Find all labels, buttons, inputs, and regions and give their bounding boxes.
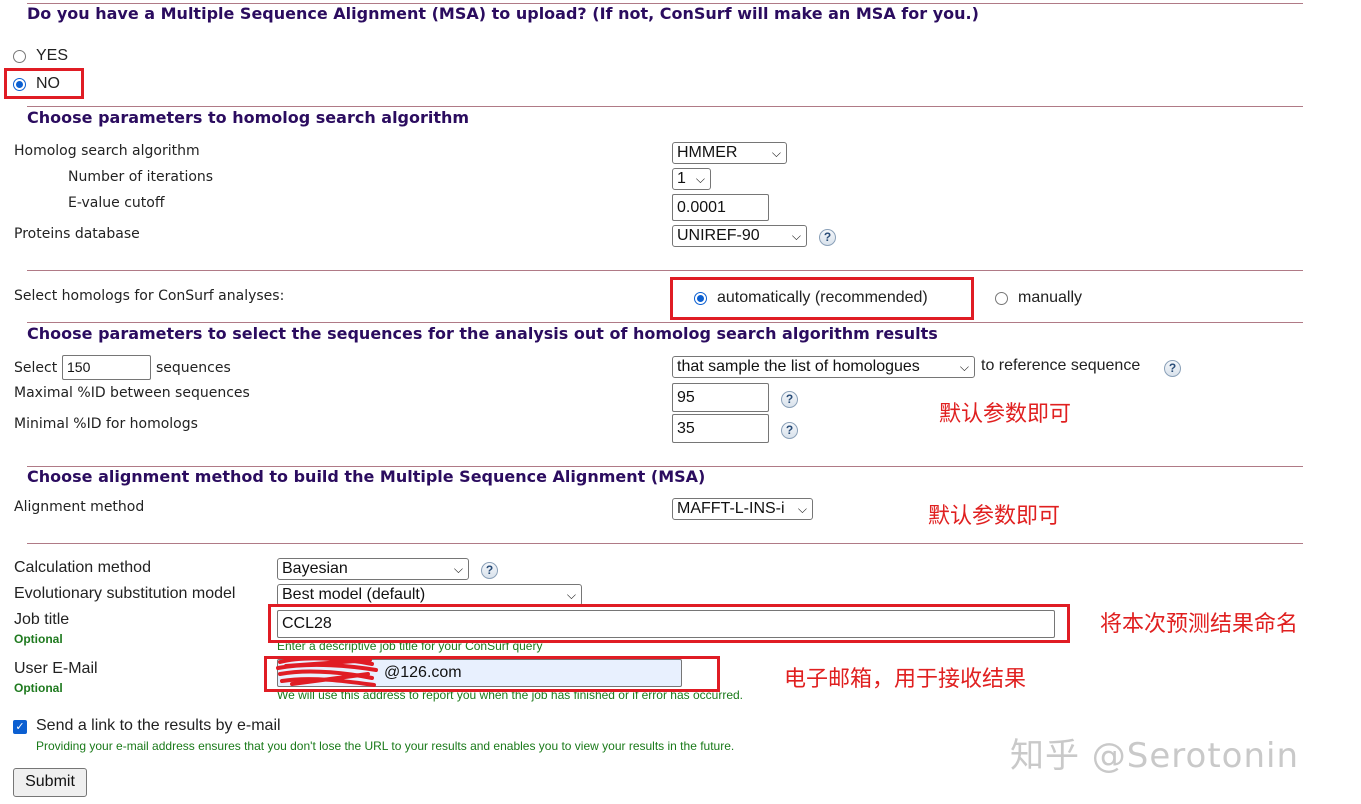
alignment-method-value: MAFFT-L-INS-i: [677, 500, 785, 517]
alignment-method-select[interactable]: MAFFT-L-INS-i ⌵: [672, 498, 813, 520]
sequence-params-title: Choose parameters to select the sequence…: [27, 324, 938, 343]
algorithm-select-value: HMMER: [677, 144, 738, 161]
sample-method-value: that sample the list of homologues: [677, 358, 920, 375]
substitution-model-select[interactable]: Best model (default) ⌵: [277, 584, 582, 606]
algorithm-label: Homolog search algorithm: [14, 143, 200, 159]
annotation-email-note: 电子邮箱，用于接收结果: [784, 667, 1027, 692]
calculation-method-value: Bayesian: [282, 560, 348, 577]
highlight-box-no: [4, 68, 84, 99]
divider: [27, 270, 1303, 271]
algorithm-select[interactable]: HMMER ⌵: [672, 142, 787, 164]
max-id-input[interactable]: 95: [672, 383, 769, 412]
highlight-box-email: [264, 656, 720, 692]
calculation-method-select[interactable]: Bayesian ⌵: [277, 558, 469, 580]
msa-question-title: Do you have a Multiple Sequence Alignmen…: [27, 4, 979, 23]
highlight-box-auto: [670, 277, 974, 320]
manual-select-label[interactable]: manually: [1018, 289, 1082, 307]
manual-select-radio[interactable]: [995, 292, 1008, 305]
database-select[interactable]: UNIREF-90 ⌵: [672, 225, 807, 247]
send-link-label[interactable]: Send a link to the results by e-mail: [36, 717, 281, 735]
database-label: Proteins database: [14, 226, 140, 242]
msa-yes-label[interactable]: YES: [36, 47, 68, 65]
substitution-model-value: Best model (default): [282, 586, 426, 603]
annotation-name-result: 将本次预测结果命名: [1100, 612, 1299, 637]
help-icon[interactable]: ?: [781, 422, 798, 439]
send-link-note: Providing your e-mail address ensures th…: [36, 739, 735, 753]
iterations-select-value: 1: [677, 170, 686, 187]
email-optional: Optional: [14, 681, 63, 695]
job-title-label: Job title: [14, 611, 70, 628]
chevron-down-icon: ⌵: [453, 562, 463, 576]
select-prefix-label: Select: [14, 360, 58, 376]
homolog-select-label: Select homologs for ConSurf analyses:: [14, 288, 285, 304]
divider: [27, 543, 1303, 544]
help-icon[interactable]: ?: [819, 229, 836, 246]
chevron-down-icon: ⌵: [771, 146, 781, 160]
send-link-checkbox[interactable]: ✓: [13, 720, 27, 734]
alignment-title: Choose alignment method to build the Mul…: [27, 467, 706, 486]
homolog-search-title: Choose parameters to homolog search algo…: [27, 108, 470, 127]
max-id-label: Maximal %ID between sequences: [14, 385, 250, 401]
help-icon[interactable]: ?: [481, 562, 498, 579]
min-id-label: Minimal %ID for homologs: [14, 416, 198, 432]
submit-button[interactable]: Submit: [13, 768, 87, 797]
chevron-down-icon: ⌵: [695, 172, 705, 186]
select-suffix-label: sequences: [156, 360, 231, 376]
divider: [27, 322, 1303, 323]
annotation-default-params: 默认参数即可: [928, 504, 1061, 529]
alignment-method-label: Alignment method: [14, 499, 145, 515]
highlight-box-job-title: [268, 604, 1070, 643]
evalue-label: E-value cutoff: [68, 195, 165, 211]
evalue-input[interactable]: 0.0001: [672, 194, 769, 221]
iterations-select[interactable]: 1 ⌵: [672, 168, 711, 190]
sample-method-select[interactable]: that sample the list of homologues ⌵: [672, 356, 975, 378]
chevron-down-icon: ⌵: [959, 360, 969, 374]
job-title-optional: Optional: [14, 632, 63, 646]
annotation-default-params: 默认参数即可: [939, 402, 1072, 427]
chevron-down-icon: ⌵: [566, 588, 576, 602]
iterations-label: Number of iterations: [68, 169, 214, 185]
database-select-value: UNIREF-90: [677, 227, 760, 244]
divider: [27, 106, 1303, 107]
help-icon[interactable]: ?: [781, 391, 798, 408]
chevron-down-icon: ⌵: [797, 502, 807, 516]
chevron-down-icon: ⌵: [791, 229, 801, 243]
email-label: User E-Mail: [14, 660, 98, 677]
watermark: 知乎 @Serotonin: [1010, 736, 1300, 776]
select-count-input[interactable]: 150: [62, 355, 151, 380]
calculation-method-label: Calculation method: [14, 559, 151, 576]
reference-sequence-label: to reference sequence: [981, 357, 1141, 374]
help-icon[interactable]: ?: [1164, 360, 1181, 377]
substitution-model-label: Evolutionary substitution model: [14, 585, 236, 602]
msa-yes-radio[interactable]: [13, 50, 26, 63]
min-id-input[interactable]: 35: [672, 414, 769, 443]
